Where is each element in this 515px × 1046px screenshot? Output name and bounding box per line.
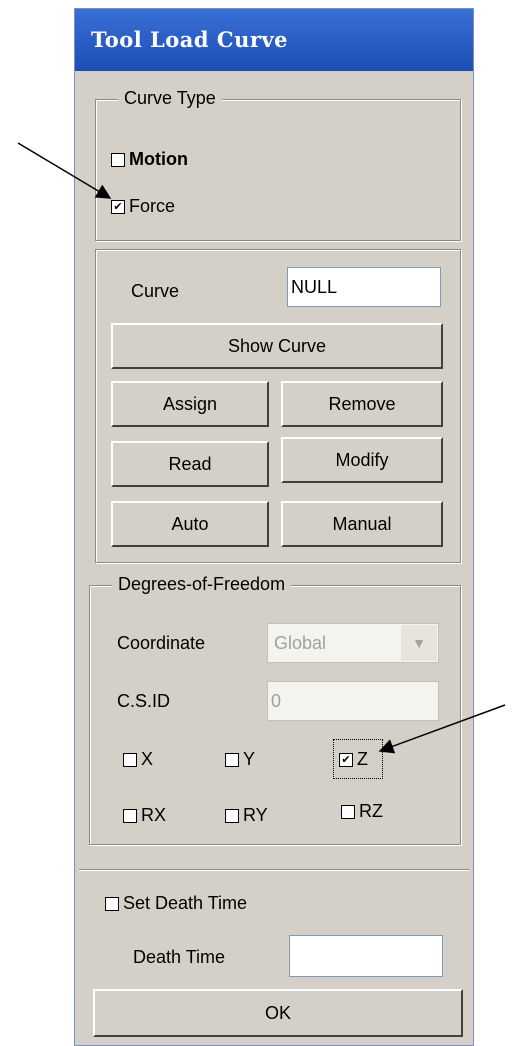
annotation-arrow-z: [378, 704, 506, 754]
annotation-arrows: [17, 142, 506, 754]
annotation-arrow-force: [17, 142, 112, 199]
